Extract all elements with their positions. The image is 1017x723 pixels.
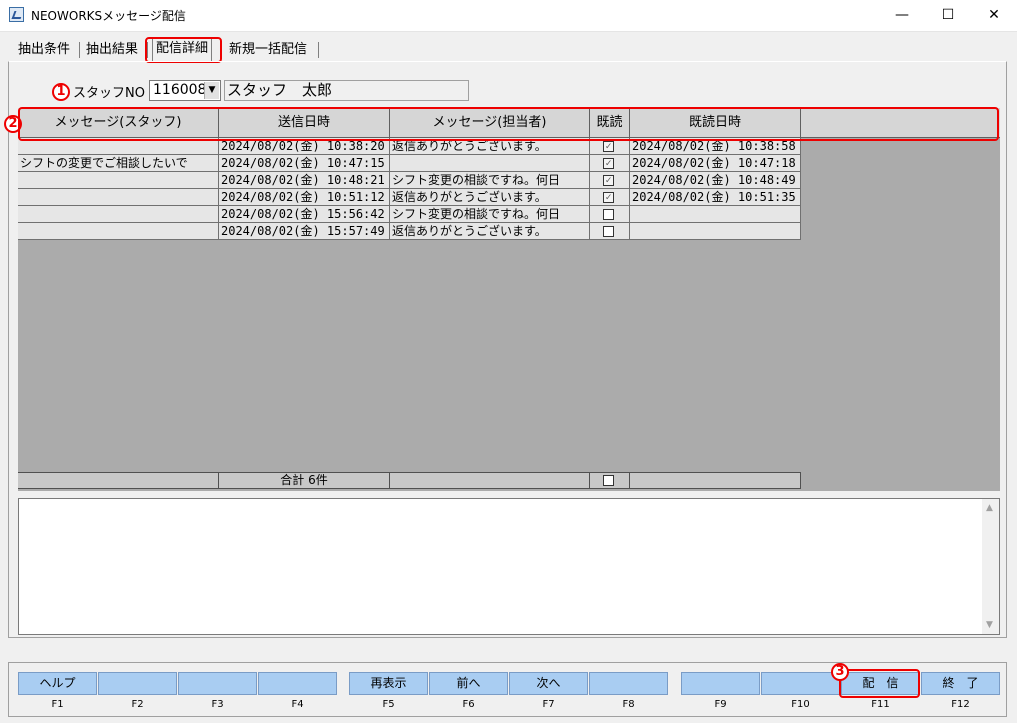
- cell-read[interactable]: [590, 223, 630, 240]
- function-key-f9-button[interactable]: [681, 672, 760, 695]
- function-key-f7-button[interactable]: 次へ: [509, 672, 588, 695]
- check-icon: ✓: [605, 192, 612, 203]
- function-key-f3-button[interactable]: [178, 672, 257, 695]
- read-checkbox[interactable]: ✓: [603, 192, 614, 203]
- cell-sent-datetime[interactable]: 2024/08/02(金) 10:51:12: [219, 189, 390, 206]
- maximize-button[interactable]: ☐: [925, 0, 971, 31]
- function-key-label: F8: [622, 699, 635, 710]
- cell-staff-message[interactable]: [18, 223, 219, 240]
- function-key-f1-button[interactable]: ヘルプ: [18, 672, 97, 695]
- cell-admin-message[interactable]: シフト変更の相談ですね。何日: [390, 206, 590, 223]
- cell-admin-message[interactable]: [390, 155, 590, 172]
- cell-read-datetime[interactable]: [630, 206, 801, 223]
- staff-no-value: 116008: [153, 82, 207, 98]
- function-key-label: F11: [871, 699, 890, 710]
- function-key-f2-button[interactable]: [98, 672, 177, 695]
- cell-read-datetime[interactable]: 2024/08/02(金) 10:47:18: [630, 155, 801, 172]
- cell-sent-datetime[interactable]: 2024/08/02(金) 15:57:49: [219, 223, 390, 240]
- callout-1: 1: [52, 83, 70, 101]
- tab-extract-results[interactable]: 抽出結果: [84, 40, 140, 60]
- function-key-f10-button[interactable]: [761, 672, 840, 695]
- read-checkbox[interactable]: [603, 209, 614, 220]
- cell-admin-message[interactable]: 返信ありがとうございます。: [390, 189, 590, 206]
- function-key-label: F10: [791, 699, 810, 710]
- read-checkbox[interactable]: [603, 226, 614, 237]
- tab-bulk-delivery[interactable]: 新規一括配信: [227, 40, 309, 60]
- cell-sent-datetime[interactable]: 2024/08/02(金) 10:48:21: [219, 172, 390, 189]
- function-key-label: F1: [51, 699, 64, 710]
- staff-name-field: スタッフ 太郎: [224, 80, 469, 101]
- read-checkbox[interactable]: ✓: [603, 175, 614, 186]
- check-icon: ✓: [605, 175, 612, 186]
- total-read-cell: [590, 472, 630, 489]
- app-icon: [9, 7, 24, 22]
- staff-no-select[interactable]: 116008 ▼: [149, 80, 221, 101]
- cell-sent-datetime[interactable]: 2024/08/02(金) 10:47:15: [219, 155, 390, 172]
- total-cell: [630, 472, 801, 489]
- close-button[interactable]: ✕: [971, 0, 1017, 31]
- cell-read-datetime[interactable]: [630, 223, 801, 240]
- callout-box: [18, 107, 999, 141]
- cell-read[interactable]: ✓: [590, 172, 630, 189]
- function-key-label: F4: [291, 699, 304, 710]
- callout-box: [145, 37, 222, 63]
- vertical-scrollbar[interactable]: ▲ ▼: [982, 499, 999, 634]
- cell-read-datetime[interactable]: 2024/08/02(金) 10:51:35: [630, 189, 801, 206]
- tab-separator: [318, 42, 319, 58]
- read-checkbox[interactable]: ✓: [603, 141, 614, 152]
- callout-3: 3: [831, 663, 849, 681]
- tab-extract-conditions[interactable]: 抽出条件: [16, 40, 72, 60]
- minimize-button[interactable]: —: [879, 0, 925, 31]
- total-cell: [390, 472, 590, 489]
- function-key-label: F2: [131, 699, 144, 710]
- function-key-f6-button[interactable]: 前へ: [429, 672, 508, 695]
- staff-no-label: スタッフNO: [73, 86, 145, 101]
- function-key-label: F7: [542, 699, 555, 710]
- total-cell: [18, 472, 219, 489]
- scroll-up-icon[interactable]: ▲: [986, 503, 993, 513]
- check-icon: ✓: [605, 158, 612, 169]
- cell-read-datetime[interactable]: 2024/08/02(金) 10:48:49: [630, 172, 801, 189]
- function-key-label: F9: [714, 699, 727, 710]
- cell-read[interactable]: ✓: [590, 189, 630, 206]
- cell-admin-message[interactable]: 返信ありがとうございます。: [390, 223, 590, 240]
- check-icon: ✓: [605, 141, 612, 152]
- message-textarea[interactable]: ▲ ▼: [18, 498, 1000, 635]
- function-key-label: F12: [951, 699, 970, 710]
- tab-separator: [79, 42, 80, 58]
- cell-sent-datetime[interactable]: 2024/08/02(金) 15:56:42: [219, 206, 390, 223]
- read-all-checkbox[interactable]: [603, 475, 614, 486]
- function-key-f4-button[interactable]: [258, 672, 337, 695]
- cell-read[interactable]: ✓: [590, 155, 630, 172]
- total-count: 合計 6件: [219, 472, 390, 489]
- function-key-label: F3: [211, 699, 224, 710]
- function-key-f5-button[interactable]: 再表示: [349, 672, 428, 695]
- cell-staff-message[interactable]: [18, 172, 219, 189]
- cell-staff-message[interactable]: [18, 206, 219, 223]
- cell-read[interactable]: [590, 206, 630, 223]
- read-checkbox[interactable]: ✓: [603, 158, 614, 169]
- window-title: NEOWORKSメッセージ配信: [31, 9, 186, 23]
- function-key-f12-button[interactable]: 終 了: [921, 672, 1000, 695]
- cell-staff-message[interactable]: シフトの変更でご相談したいで: [18, 155, 219, 172]
- callout-box: [839, 669, 920, 698]
- cell-admin-message[interactable]: シフト変更の相談ですね。何日: [390, 172, 590, 189]
- function-key-label: F6: [462, 699, 475, 710]
- message-grid: メッセージ(スタッフ) 送信日時 メッセージ(担当者) 既読 既読日時 合計 6…: [18, 108, 1000, 491]
- cell-staff-message[interactable]: [18, 189, 219, 206]
- scroll-down-icon[interactable]: ▼: [986, 620, 993, 630]
- chevron-down-icon[interactable]: ▼: [204, 82, 219, 99]
- function-key-f8-button[interactable]: [589, 672, 668, 695]
- function-key-label: F5: [382, 699, 395, 710]
